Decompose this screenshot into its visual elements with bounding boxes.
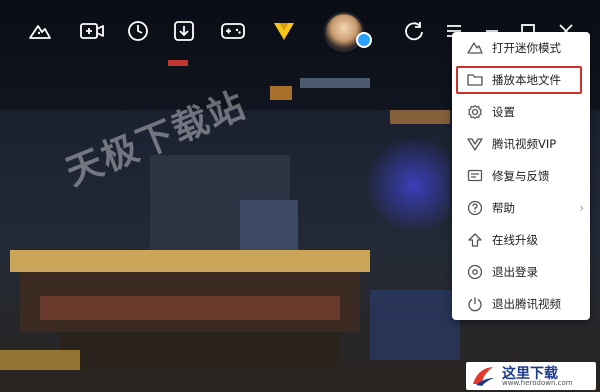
mini-mode-icon	[466, 39, 484, 57]
menu-item-label: 腾讯视频VIP	[492, 137, 557, 151]
logo-icon	[470, 364, 496, 388]
menu-item-online-upgrade[interactable]: 在线升级	[452, 224, 590, 256]
game-icon[interactable]	[219, 18, 247, 44]
menu-item-exit-app[interactable]: 退出腾讯视频	[452, 288, 590, 320]
site-logo: 这里下载 www.herodown.com	[466, 362, 596, 390]
vip-icon[interactable]	[270, 18, 298, 44]
upgrade-icon	[466, 231, 484, 249]
menu-item-label: 打开迷你模式	[492, 41, 561, 55]
menu-item-help[interactable]: 帮助 ›	[452, 192, 590, 224]
menu-item-vip[interactable]: 腾讯视频VIP	[452, 128, 590, 160]
cloud-icon[interactable]	[26, 18, 54, 44]
settings-icon	[466, 103, 484, 121]
menu-item-label: 修复与反馈	[492, 169, 550, 183]
chevron-right-icon: ›	[579, 201, 584, 215]
menu-item-label: 在线升级	[492, 233, 538, 247]
menu-item-label: 退出腾讯视频	[492, 297, 561, 311]
logo-url: www.herodown.com	[502, 379, 573, 387]
power-icon	[466, 295, 484, 313]
menu-item-label: 设置	[492, 105, 515, 119]
logout-icon	[466, 263, 484, 281]
menu-item-repair-feedback[interactable]: 修复与反馈	[452, 160, 590, 192]
qq-badge-icon	[356, 32, 372, 48]
highlight-box	[456, 66, 582, 94]
menu-item-logout[interactable]: 退出登录	[452, 256, 590, 288]
history-icon[interactable]	[124, 18, 152, 44]
menu-item-mini-mode[interactable]: 打开迷你模式	[452, 32, 590, 64]
help-icon	[466, 199, 484, 217]
vip-icon	[466, 135, 484, 153]
video-add-icon[interactable]	[78, 18, 106, 44]
menu-item-label: 退出登录	[492, 265, 538, 279]
feedback-icon	[466, 167, 484, 185]
refresh-icon[interactable]	[400, 18, 428, 44]
menu-item-settings[interactable]: 设置	[452, 96, 590, 128]
menu-item-label: 帮助	[492, 201, 515, 215]
download-icon[interactable]	[170, 18, 198, 44]
